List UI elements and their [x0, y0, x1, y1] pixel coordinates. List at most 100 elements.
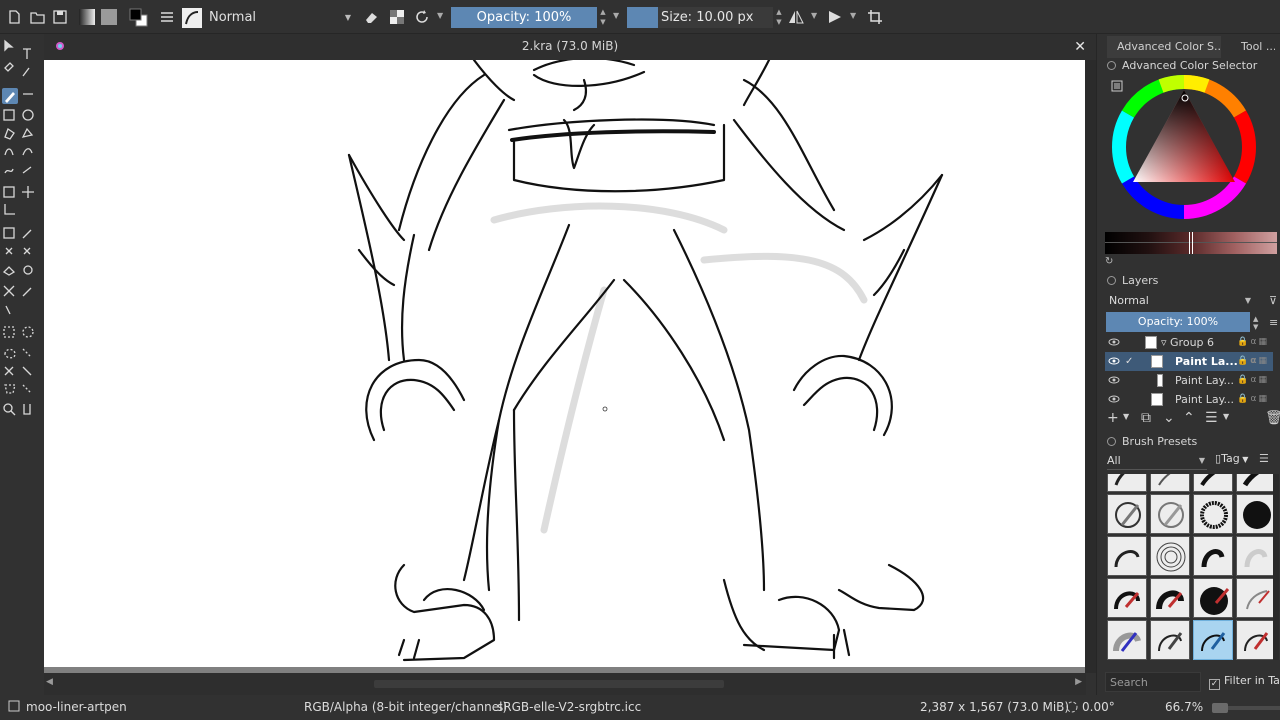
eraser-mode-icon[interactable]: [362, 8, 380, 26]
opacity-spinner[interactable]: ▲ ▼: [598, 7, 608, 28]
text-tool[interactable]: [20, 48, 36, 64]
brush-preset[interactable]: [1107, 578, 1147, 618]
filter-icon[interactable]: ⊽: [1269, 294, 1277, 307]
zoom-slider[interactable]: [1212, 703, 1280, 713]
chevron-down-icon[interactable]: ▼: [1223, 412, 1229, 421]
brush-preset[interactable]: [1236, 620, 1276, 660]
brush-preset[interactable]: [1193, 578, 1233, 618]
brush-preset[interactable]: [1150, 474, 1190, 492]
layer-properties-icons[interactable]: 🔒α▦: [1237, 333, 1269, 352]
eye-icon[interactable]: [1107, 371, 1121, 390]
layer-properties-icon[interactable]: ☰: [1205, 410, 1218, 426]
brush-preset[interactable]: [1107, 620, 1147, 660]
chevron-down-icon[interactable]: ▼: [811, 11, 817, 20]
opacity-slider[interactable]: Opacity: 100%: [451, 7, 597, 28]
wrap-around-icon[interactable]: [866, 8, 884, 26]
rotation-angle[interactable]: 0.00°: [1082, 700, 1115, 714]
layer-row[interactable]: ▿ Group 6 🔒α▦: [1105, 333, 1273, 352]
zoom-level[interactable]: 66.7%: [1165, 700, 1203, 714]
scroll-right-icon[interactable]: ▶: [1075, 677, 1082, 687]
size-spinner[interactable]: ▲ ▼: [774, 7, 784, 28]
move-layer-down-icon[interactable]: ⌄: [1163, 410, 1175, 426]
filter-in-tag-checkbox[interactable]: ✓ Filter in Tag: [1209, 674, 1280, 690]
refresh-icon[interactable]: ↻: [1105, 256, 1113, 267]
chevron-down-icon[interactable]: ▼: [1123, 412, 1129, 421]
brush-preset[interactable]: [1107, 494, 1147, 534]
shade-selector[interactable]: [1105, 232, 1277, 254]
chevron-down-icon[interactable]: ▼: [850, 11, 856, 20]
size-slider[interactable]: Size: 10.00 px: [627, 7, 773, 28]
layer-properties-icons[interactable]: 🔒α▦: [1237, 352, 1269, 371]
preset-search-input[interactable]: Search: [1105, 672, 1201, 692]
brush-preset[interactable]: [1236, 474, 1276, 492]
brush-settings-icon[interactable]: [158, 8, 176, 26]
brush-preset[interactable]: [1150, 620, 1190, 660]
mirror-horizontal-icon[interactable]: [787, 8, 805, 26]
eye-icon[interactable]: [1107, 333, 1121, 352]
add-layer-icon[interactable]: +: [1107, 410, 1119, 426]
brush-preset[interactable]: [1193, 536, 1233, 576]
layer-properties-icons[interactable]: 🔒α▦: [1237, 371, 1269, 390]
brush-preset[interactable]: [1236, 578, 1276, 618]
preserve-alpha-icon[interactable]: [388, 8, 406, 26]
reload-preset-icon[interactable]: [413, 8, 431, 26]
brush-preset[interactable]: [1107, 536, 1147, 576]
preset-scrollbar[interactable]: [1273, 474, 1279, 660]
open-folder-icon[interactable]: [28, 8, 46, 26]
horizontal-scrollbar[interactable]: ◀ ▶: [44, 673, 1086, 695]
brush-preset-selected[interactable]: [1193, 620, 1233, 660]
document-tab[interactable]: 2.kra (73.0 MiB) ✕: [44, 34, 1096, 60]
ellipse-tool[interactable]: [20, 108, 36, 124]
freehand-brush-tool[interactable]: [2, 88, 18, 104]
tab-tool-options[interactable]: Tool ...: [1231, 36, 1275, 58]
new-document-icon[interactable]: [5, 8, 23, 26]
preset-view-icon[interactable]: ☰: [1259, 452, 1269, 465]
pattern-preset-icon[interactable]: [100, 8, 118, 26]
tag-button[interactable]: ▯Tag ▼: [1215, 452, 1248, 465]
dock-float-icon[interactable]: [1107, 276, 1116, 285]
scroll-left-icon[interactable]: ◀: [46, 677, 53, 687]
pan-tool[interactable]: [20, 408, 36, 424]
chevron-down-icon[interactable]: ▼: [613, 11, 619, 20]
zoom-tool[interactable]: [2, 408, 18, 424]
tab-advanced-color-selector[interactable]: Advanced Color S...: [1107, 36, 1221, 58]
zoom-slider-handle[interactable]: [1212, 703, 1228, 713]
layer-menu-icon[interactable]: ≡: [1269, 316, 1278, 329]
brush-preset[interactable]: [1236, 494, 1276, 534]
blend-mode-select[interactable]: Normal ▼: [205, 7, 355, 28]
brush-preset[interactable]: [1236, 536, 1276, 576]
brush-preset-icon[interactable]: [182, 8, 202, 28]
layer-row-selected[interactable]: ✓ Paint La... 🔒α▦: [1105, 352, 1273, 371]
eye-icon[interactable]: [1107, 390, 1121, 409]
dock-float-icon[interactable]: [1107, 437, 1116, 446]
rotation-icon[interactable]: [1065, 700, 1079, 714]
brush-preset[interactable]: [1193, 494, 1233, 534]
rectangle-tool[interactable]: [2, 108, 18, 124]
layer-opacity-slider[interactable]: Opacity: 100%: [1106, 312, 1250, 332]
delete-layer-icon[interactable]: 🗑: [1265, 410, 1280, 426]
brush-preset[interactable]: [1150, 578, 1190, 618]
brush-preset[interactable]: [1107, 474, 1147, 492]
horizontal-scrollbar-thumb[interactable]: [374, 680, 724, 688]
vertical-scrollbar[interactable]: [1085, 60, 1096, 673]
brush-preset[interactable]: [1193, 474, 1233, 492]
brush-preset[interactable]: [1150, 494, 1190, 534]
layer-blend-mode-select[interactable]: Normal ▼: [1105, 291, 1255, 311]
move-layer-up-icon[interactable]: ⌃: [1183, 410, 1195, 426]
eye-icon[interactable]: [1107, 352, 1121, 371]
layer-properties-icons[interactable]: 🔒α▦: [1237, 390, 1269, 409]
close-document-icon[interactable]: ✕: [1074, 39, 1086, 55]
dock-float-icon[interactable]: [1107, 61, 1116, 70]
layer-row[interactable]: Paint Lay... 🔒α▦: [1105, 371, 1273, 390]
drawing-canvas[interactable]: [44, 60, 1085, 667]
layer-row[interactable]: Paint Lay... 🔒α▦: [1105, 390, 1273, 409]
line-tool[interactable]: [20, 88, 36, 104]
preset-tag-select[interactable]: All ▼: [1107, 452, 1207, 470]
mirror-vertical-icon[interactable]: [826, 8, 844, 26]
select-shapes-tool[interactable]: [2, 48, 18, 64]
gradient-preset-icon[interactable]: [78, 8, 96, 26]
duplicate-layer-icon[interactable]: ⧉: [1141, 410, 1151, 426]
layer-opacity-spinner[interactable]: ▲ ▼: [1253, 315, 1258, 331]
foreground-background-color-icon[interactable]: [128, 8, 148, 27]
save-icon[interactable]: [51, 8, 69, 26]
